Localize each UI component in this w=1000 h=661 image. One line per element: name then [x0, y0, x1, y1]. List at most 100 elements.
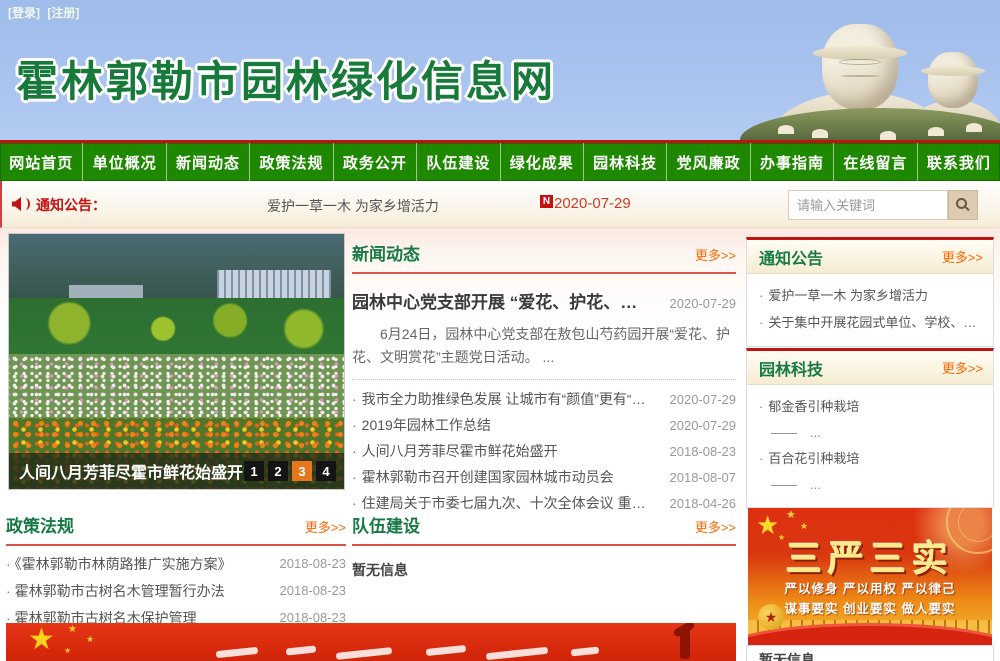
news-item-date: 2018-08-23: [670, 444, 737, 459]
content-area: 人间八月芳菲尽霍市鲜花始盛开 1 2 3 4 新闻动态 更多>> 园林中心党支部…: [0, 228, 1000, 661]
garden-tech-box: 园林科技 更多>> 郁金香引种栽培 —— ... 百合花引种栽培 —— ...: [746, 348, 994, 508]
search-icon: [956, 198, 967, 209]
promo-banner-line2: 谋事要实 创业要实 做人要实: [748, 598, 992, 617]
tech-item[interactable]: 百合花引种栽培: [759, 445, 983, 472]
nav-item-team[interactable]: 队伍建设: [417, 143, 500, 181]
news-item-date: 2018-08-07: [670, 470, 737, 485]
carousel-caption-bar: 人间八月芳菲尽霍市鲜花始盛开 1 2 3 4: [9, 453, 344, 489]
news-item-title[interactable]: 人间八月芳菲尽霍市鲜花始盛开: [352, 441, 558, 461]
star-icon: ★: [68, 625, 77, 635]
star-icon: ★: [64, 647, 71, 655]
garden-tech-more-link[interactable]: 更多>>: [942, 358, 983, 377]
tent-shape: [778, 125, 794, 134]
site-header: [登录] [注册] 霍林郭勒市园林绿化信息网: [0, 0, 1000, 140]
nav-item-greening[interactable]: 绿化成果: [501, 143, 584, 181]
notice-item[interactable]: 关于集中开展花园式单位、学校、工厂...: [759, 309, 983, 336]
policy-list-item[interactable]: 《霍林郭勒市林荫路推广实施方案》 2018-08-23: [6, 550, 346, 577]
calligraphy-stroke: [216, 647, 259, 658]
bottom-right-empty-box: 暂无信息: [746, 645, 994, 661]
news-list-item[interactable]: 我市全力助推绿色发展 让城市有“颜值”更有“气质” 2020-07-29: [352, 386, 736, 412]
register-link[interactable]: [注册]: [47, 6, 79, 20]
news-item-title[interactable]: 霍林郭勒市召开创建国家园林城市动员会: [352, 467, 614, 487]
nav-item-party[interactable]: 党风廉政: [667, 143, 750, 181]
section-divider: [352, 272, 736, 274]
promo-banner-title: 三严三实: [748, 530, 992, 582]
auth-links: [登录] [注册]: [8, 4, 83, 21]
featured-article-summary: 6月24日，园林中心党支部在敖包山芍药园开展“爱花、护花、文明赏花”主题党日活动…: [352, 323, 736, 369]
nav-item-home[interactable]: 网站首页: [0, 143, 83, 181]
calligraphy-stroke: [336, 647, 392, 660]
notices-more-link[interactable]: 更多>>: [942, 247, 983, 266]
news-list: 我市全力助推绿色发展 让城市有“颜值”更有“气质” 2020-07-29 201…: [352, 386, 736, 516]
bottom-right-empty-text: 暂无信息: [747, 646, 993, 661]
carousel-page-4[interactable]: 4: [316, 461, 336, 481]
calligraphy-stroke: [486, 647, 548, 660]
nav-item-garden-tech[interactable]: 园林科技: [584, 143, 667, 181]
news-item-title[interactable]: 2019年园林工作总结: [352, 415, 491, 435]
tent-shape: [880, 131, 896, 140]
news-list-item[interactable]: 霍林郭勒市召开创建国家园林城市动员会 2018-08-07: [352, 464, 736, 490]
page: [登录] [注册] 霍林郭勒市园林绿化信息网 网站首页 单位概况 新闻动态 政策…: [0, 0, 1000, 661]
policy-item-date: 2018-08-23: [280, 556, 347, 571]
calligraphy-stroke: [286, 645, 317, 655]
news-list-item[interactable]: 人间八月芳菲尽霍市鲜花始盛开 2018-08-23: [352, 438, 736, 464]
section-divider: [6, 544, 346, 546]
news-more-link[interactable]: 更多>>: [695, 245, 736, 264]
speaker-icon: [12, 197, 26, 211]
search-input[interactable]: [788, 190, 948, 220]
news-section: 新闻动态 更多>> 园林中心党支部开展 “爱花、护花、文明… 2020-07-2…: [352, 240, 736, 516]
notice-bar: 通知公告： 爱护一草一木 为家乡增活力 N 2020-07-29: [0, 181, 1000, 228]
dotted-divider: [352, 379, 736, 380]
team-section-title: 队伍建设: [352, 512, 420, 537]
carousel-page-1[interactable]: 1: [244, 461, 264, 481]
statue-large-head: [822, 24, 898, 110]
news-item-date: 2020-07-29: [670, 418, 737, 433]
carousel-page-3[interactable]: 3: [292, 461, 312, 481]
party-emblem-icon: ★: [758, 604, 784, 630]
notices-box: 通知公告 更多>> 爱护一草一木 为家乡增活力 关于集中开展花园式单位、学校、工…: [746, 237, 994, 347]
site-title: 霍林郭勒市园林绿化信息网: [16, 48, 556, 109]
search-button[interactable]: [948, 190, 978, 220]
nav-item-message[interactable]: 在线留言: [834, 143, 917, 181]
star-icon: ★: [86, 635, 94, 644]
statue-small-head: [928, 52, 978, 108]
tech-item-sub: —— ...: [759, 472, 983, 497]
carousel-pager: 1 2 3 4: [244, 461, 344, 481]
featured-article: 园林中心党支部开展 “爱花、护花、文明… 2020-07-29: [352, 288, 736, 313]
nav-item-guide[interactable]: 办事指南: [751, 143, 834, 181]
bottom-red-banner[interactable]: ★ ★ ★ ★: [6, 623, 736, 661]
nav-item-news[interactable]: 新闻动态: [167, 143, 250, 181]
team-more-link[interactable]: 更多>>: [695, 517, 736, 536]
policy-list: 《霍林郭勒市林荫路推广实施方案》 2018-08-23 霍林郭勒市古树名木管理暂…: [6, 550, 346, 631]
statue-silhouette: [680, 629, 690, 659]
tent-shape: [928, 127, 944, 136]
policy-item-title[interactable]: 霍林郭勒市古树名木管理暂行办法: [6, 581, 225, 601]
news-item-title[interactable]: 住建局关于市委七届九次、十次全体会议 重点工作任...: [352, 493, 657, 513]
carousel-photo-flowers: [9, 354, 344, 418]
policy-list-item[interactable]: 霍林郭勒市古树名木管理暂行办法 2018-08-23: [6, 577, 346, 604]
statue-banner-image: [760, 0, 1000, 140]
login-link[interactable]: [登录]: [8, 6, 40, 20]
nav-item-policy[interactable]: 政策法规: [250, 143, 333, 181]
notice-label: 通知公告：: [36, 195, 106, 215]
policy-more-link[interactable]: 更多>>: [305, 517, 346, 536]
policy-section-title: 政策法规: [6, 512, 74, 537]
policy-item-title[interactable]: 《霍林郭勒市林荫路推广实施方案》: [6, 554, 232, 574]
notice-date: 2020-07-29: [554, 195, 631, 212]
news-item-date: 2020-07-29: [670, 392, 737, 407]
policy-section: 政策法规 更多>> 《霍林郭勒市林荫路推广实施方案》 2018-08-23 霍林…: [6, 512, 346, 631]
news-item-title[interactable]: 我市全力助推绿色发展 让城市有“颜值”更有“气质”: [352, 389, 657, 409]
news-list-item[interactable]: 2019年园林工作总结 2020-07-29: [352, 412, 736, 438]
nav-item-about[interactable]: 单位概况: [83, 143, 166, 181]
carousel-page-2[interactable]: 2: [268, 461, 288, 481]
nav-item-gov-affairs[interactable]: 政务公开: [334, 143, 417, 181]
notice-ticker-link[interactable]: 爱护一草一木 为家乡增活力: [267, 196, 439, 216]
carousel-caption[interactable]: 人间八月芳菲尽霍市鲜花始盛开: [9, 459, 244, 483]
notice-item[interactable]: 爱护一草一木 为家乡增活力: [759, 282, 983, 309]
photo-carousel[interactable]: 人间八月芳菲尽霍市鲜花始盛开 1 2 3 4: [8, 233, 345, 490]
nav-item-contact[interactable]: 联系我们: [918, 143, 1000, 181]
promo-banner[interactable]: ★ ★ ★ ★ 三严三实 严以修身 严以用权 严以律己 谋事要实 创业要实 做人…: [748, 508, 992, 646]
tech-item[interactable]: 郁金香引种栽培: [759, 393, 983, 420]
featured-article-title[interactable]: 园林中心党支部开展 “爱花、护花、文明…: [352, 288, 652, 313]
tent-shape: [966, 123, 982, 132]
